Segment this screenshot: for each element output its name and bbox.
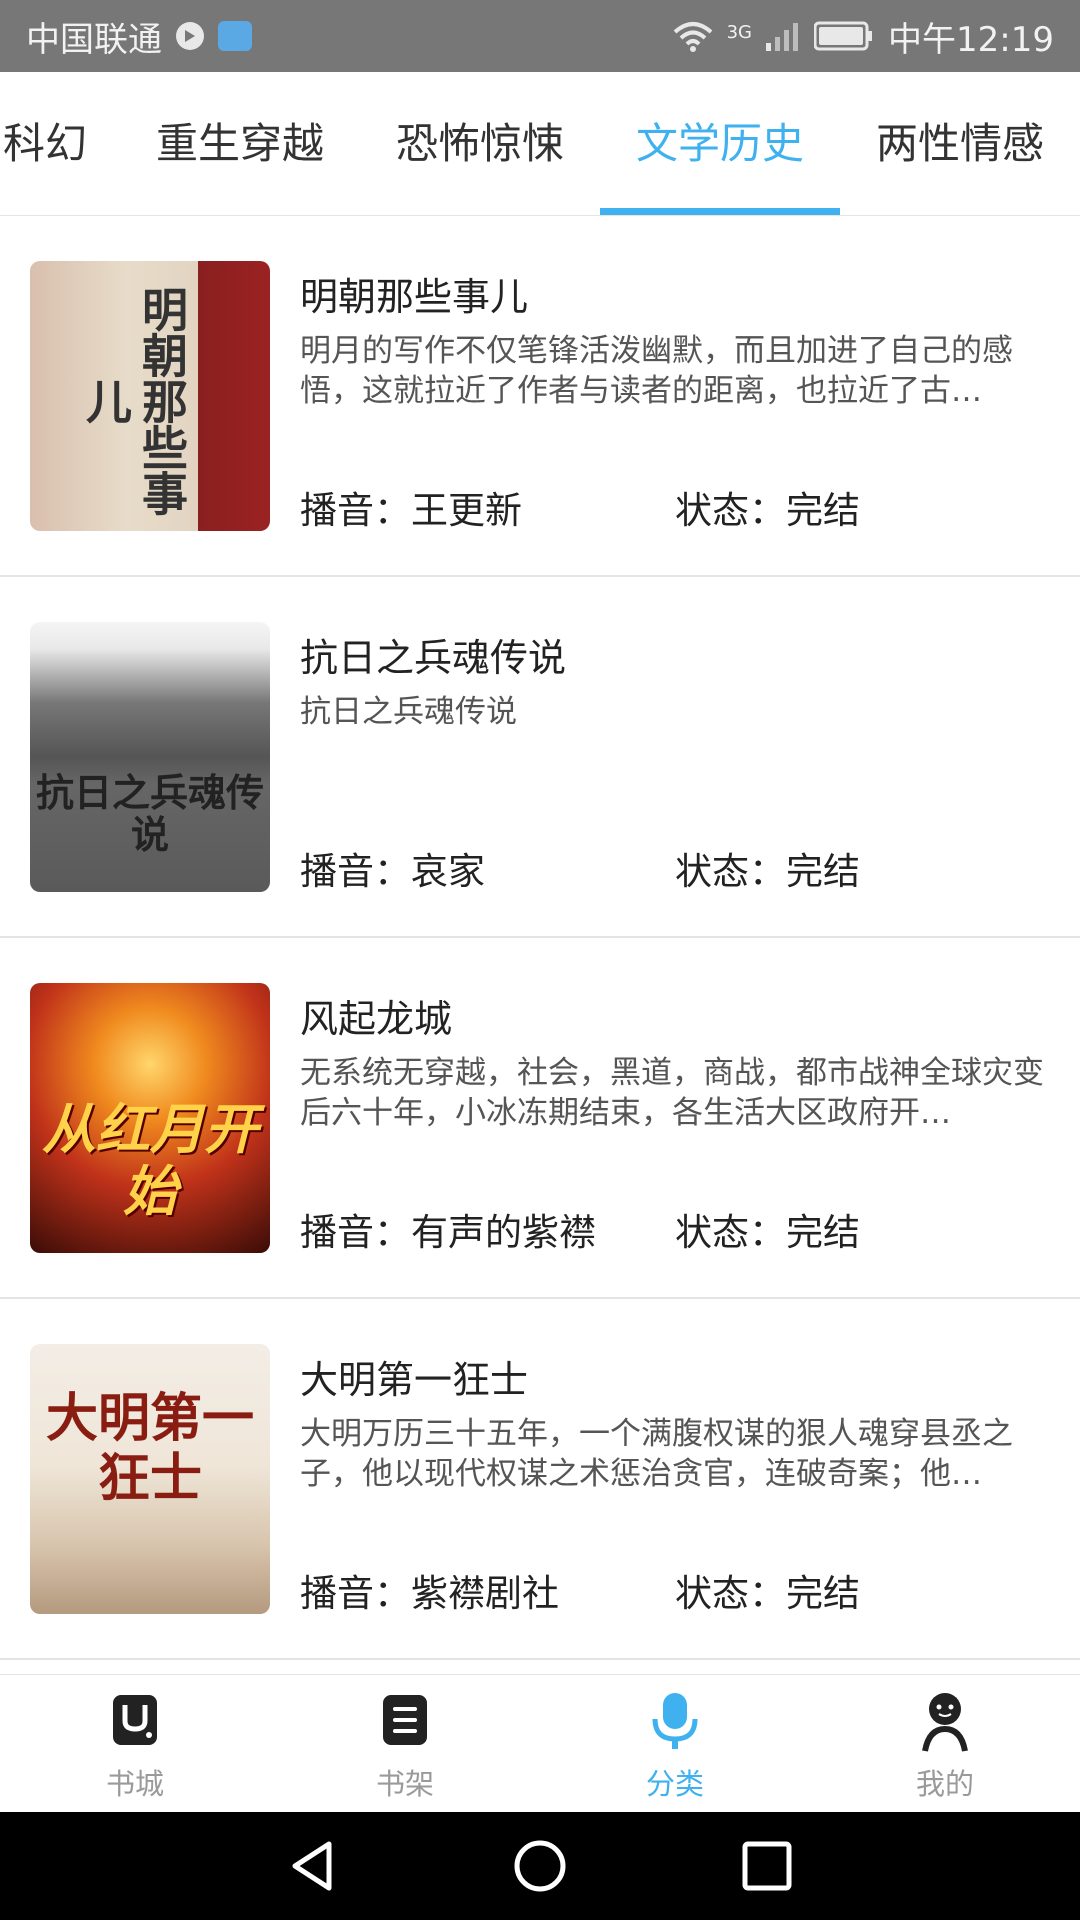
play-notification-icon (176, 22, 204, 50)
status-left: 中国联通 (26, 12, 252, 61)
category-tabs: 科幻 重生穿越 恐怖惊悚 文学历史 两性情感 (0, 72, 1080, 216)
book-title: 抗日之兵魂传说 (300, 636, 567, 680)
book-status: 状态：完结 (675, 1202, 860, 1256)
cover-title: 抗日之兵魂传说 (35, 770, 264, 857)
status-value: 完结 (786, 850, 860, 893)
status-value: 完结 (786, 489, 860, 532)
book-title: 明朝那些事儿 (300, 275, 529, 319)
tab-horror-thriller[interactable]: 恐怖惊悚 (390, 72, 570, 215)
book-description: 明月的写作不仅笔锋活泼幽默，而且加进了自己的感悟，这就拉近了作者与读者的距离，也… (300, 333, 1013, 409)
system-navigation-bar (0, 1812, 1080, 1920)
nav-label: 书架 (375, 1767, 434, 1801)
back-icon[interactable] (285, 1838, 341, 1894)
cover-title: 明朝那些事儿 (79, 286, 189, 516)
clock: 中午12:19 (888, 19, 1054, 60)
book-item[interactable]: 明朝那些事儿 明朝那些事儿 明月的写作不仅笔锋活泼幽默，而且加进了自己的感悟，这… (0, 216, 1080, 577)
book-item[interactable]: 抗日之兵魂传说 抗日之兵魂传说 抗日之兵魂传说 播音：哀家 状态：完结 (0, 577, 1080, 938)
book-cover: 明朝那些事儿 (30, 261, 270, 531)
book-cover: 大明第一狂士 (30, 1344, 270, 1614)
book-narrator: 播音：哀家 (300, 841, 485, 895)
nav-item-store[interactable]: 书城 (0, 1675, 270, 1812)
nav-label: 分类 (645, 1767, 704, 1801)
book-description: 抗日之兵魂传说 (300, 694, 517, 730)
status-label: 状态： (675, 1211, 786, 1254)
signal-icon (766, 23, 799, 51)
status-right: 3G 中午12:19 (673, 12, 1054, 61)
app-notification-icon (218, 21, 252, 51)
book-description: 大明万历三十五年，一个满腹权谋的狠人魂穿县丞之子，他以现代权谋之术惩治贪官，连破… (300, 1416, 1013, 1492)
book-narrator: 播音：王更新 (300, 480, 522, 534)
nav-label: 书城 (105, 1767, 164, 1801)
book-status: 状态：完结 (675, 1563, 860, 1617)
battery-icon (814, 21, 873, 51)
book-description: 无系统无穿越，社会，黑道，商战，都市战神全球灾变后六十年，小冰冻期结束，各生活大… (300, 1055, 1044, 1131)
tab-literature-history[interactable]: 文学历史 (630, 72, 810, 215)
status-label: 状态： (675, 1572, 786, 1615)
narrator-label: 播音： (300, 489, 411, 532)
book-item[interactable]: 大明第一狂士 大明第一狂士 大明万历三十五年，一个满腹权谋的狠人魂穿县丞之子，他… (0, 1299, 1080, 1660)
book-title: 风起龙城 (300, 997, 453, 1041)
home-icon[interactable] (512, 1838, 568, 1894)
network-type: 3G (726, 21, 753, 43)
wifi-icon (673, 22, 712, 52)
narrator-label: 播音： (300, 1211, 411, 1254)
status-bar: 中国联通 3G 中午12:19 (0, 0, 1080, 72)
carrier-name: 中国联通 (26, 19, 162, 60)
book-status: 状态：完结 (675, 841, 860, 895)
nav-item-bookshelf[interactable]: 书架 (270, 1675, 540, 1812)
cover-title: 大明第一狂士 (45, 1388, 254, 1509)
tab-romance[interactable]: 两性情感 (870, 72, 1050, 215)
nav-item-category[interactable]: 分类 (540, 1675, 810, 1812)
book-cover: 抗日之兵魂传说 (30, 622, 270, 892)
narrator-name: 哀家 (411, 850, 485, 893)
book-item[interactable]: 从红月开始 风起龙城 无系统无穿越，社会，黑道，商战，都市战神全球灾变后六十年，… (0, 938, 1080, 1299)
book-title: 大明第一狂士 (300, 1358, 529, 1402)
book-status: 状态：完结 (675, 480, 860, 534)
cover-title: 从红月开始 (42, 1097, 258, 1223)
narrator-label: 播音： (300, 850, 411, 893)
status-value: 完结 (786, 1572, 860, 1615)
microphone-icon (652, 1693, 698, 1749)
narrator-label: 播音： (300, 1572, 411, 1615)
nav-label: 我的 (915, 1767, 974, 1801)
active-tab-indicator (600, 208, 840, 215)
status-label: 状态： (675, 850, 786, 893)
bottom-navigation: 书城 书架 分类 我的 (0, 1674, 1080, 1812)
book-list: 明朝那些事儿 明朝那些事儿 明月的写作不仅笔锋活泼幽默，而且加进了自己的感悟，这… (0, 216, 1080, 1660)
app-screen: 中国联通 3G 中午12:19 科幻 重生穿越 恐怖惊悚 文学历史 两性情感 明… (0, 0, 1080, 1920)
book-narrator: 播音：有声的紫襟 (300, 1202, 596, 1256)
nav-item-profile[interactable]: 我的 (810, 1675, 1080, 1812)
tab-rebirth-time-travel[interactable]: 重生穿越 (150, 72, 330, 215)
status-value: 完结 (786, 1211, 860, 1254)
tab-sci-fi[interactable]: 科幻 (0, 72, 90, 215)
store-icon (113, 1695, 157, 1745)
narrator-name: 紫襟剧社 (411, 1572, 559, 1615)
narrator-name: 有声的紫襟 (411, 1211, 596, 1254)
profile-icon (922, 1693, 968, 1752)
bookshelf-icon (383, 1695, 427, 1745)
book-cover: 从红月开始 (30, 983, 270, 1253)
recents-icon[interactable] (739, 1838, 795, 1894)
status-label: 状态： (675, 489, 786, 532)
book-narrator: 播音：紫襟剧社 (300, 1563, 559, 1617)
narrator-name: 王更新 (411, 489, 522, 532)
